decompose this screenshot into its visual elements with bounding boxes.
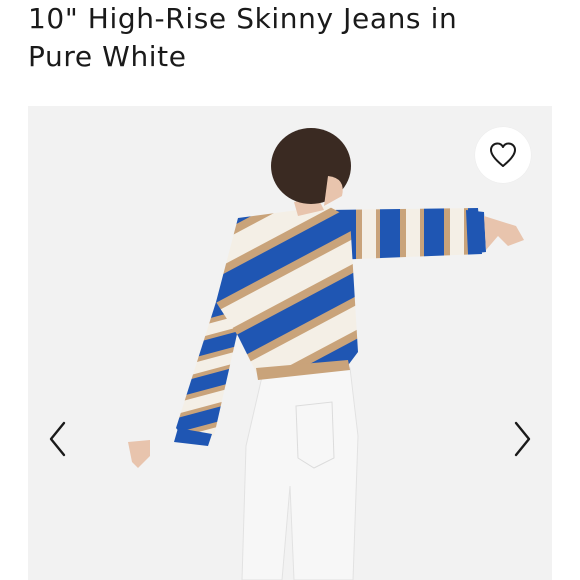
product-title-line-1: 10" High-Rise Skinny Jeans in [28, 2, 458, 35]
favorite-button[interactable] [475, 127, 531, 183]
next-image-button[interactable] [502, 414, 542, 464]
chevron-left-icon [49, 421, 66, 457]
product-photo [28, 106, 552, 580]
product-image-gallery[interactable] [28, 106, 552, 580]
product-title: 10" High-Rise Skinny Jeans in Pure White [28, 0, 568, 76]
chevron-right-icon [514, 421, 531, 457]
heart-icon [490, 142, 516, 167]
previous-image-button[interactable] [38, 414, 78, 464]
product-title-line-2: Pure White [28, 40, 187, 73]
